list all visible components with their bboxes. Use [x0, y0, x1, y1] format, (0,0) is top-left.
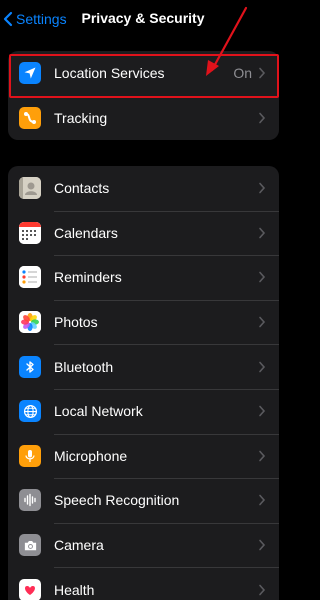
row-label: Photos [54, 314, 98, 331]
settings-group-location: Location Services On Tracking [8, 51, 279, 140]
chevron-right-icon [259, 361, 266, 372]
location-arrow-icon [19, 62, 41, 85]
microphone-icon [19, 444, 41, 467]
chevron-right-icon [259, 495, 266, 506]
row-contacts[interactable]: Contacts [8, 166, 279, 211]
row-health[interactable]: Health [8, 567, 279, 600]
row-label: Speech Recognition [54, 492, 180, 509]
chevron-right-icon [259, 450, 266, 462]
row-value: On [233, 65, 252, 82]
row-local-network[interactable]: Local Network [8, 388, 279, 434]
row-label: Location Services [54, 65, 165, 82]
row-label: Contacts [54, 180, 110, 197]
row-label: Camera [54, 537, 104, 554]
photos-icon [19, 311, 41, 334]
globe-icon [19, 400, 41, 423]
reminders-icon [19, 266, 41, 289]
tracking-icon [19, 106, 41, 129]
bluetooth-icon [19, 355, 41, 378]
health-heart-icon [19, 578, 41, 600]
chevron-right-icon [259, 67, 266, 79]
row-label: Calendars [54, 224, 118, 241]
page-title: Privacy & Security [81, 10, 205, 26]
chevron-right-icon [259, 112, 266, 124]
row-label: Local Network [54, 403, 143, 420]
camera-icon [19, 534, 41, 557]
settings-group-permissions: Contacts Calendars Reminders Photos Blue… [8, 166, 279, 600]
row-label: Tracking [54, 109, 108, 126]
row-reminders[interactable]: Reminders [8, 255, 279, 300]
row-label: Bluetooth [54, 358, 114, 375]
row-location-services[interactable]: Location Services On [8, 51, 279, 96]
navigation-bar: Settings Privacy & Security [0, 0, 286, 38]
row-label: Microphone [54, 447, 128, 464]
row-tracking[interactable]: Tracking [8, 95, 279, 140]
chevron-right-icon [259, 584, 266, 595]
chevron-right-icon [259, 227, 266, 239]
row-microphone[interactable]: Microphone [8, 433, 279, 479]
waveform-icon [19, 489, 41, 512]
row-bluetooth[interactable]: Bluetooth [8, 344, 279, 389]
calendar-icon [19, 221, 41, 244]
chevron-right-icon [259, 316, 266, 328]
row-camera[interactable]: Camera [8, 522, 279, 568]
row-label: Health [54, 581, 95, 598]
chevron-right-icon [259, 272, 266, 283]
row-speech-recognition[interactable]: Speech Recognition [8, 478, 279, 523]
chevron-right-icon [259, 182, 266, 194]
chevron-right-icon [259, 539, 266, 551]
chevron-right-icon [259, 405, 266, 417]
contacts-icon [19, 177, 41, 200]
row-calendars[interactable]: Calendars [8, 210, 279, 256]
row-photos[interactable]: Photos [8, 299, 279, 345]
row-label: Reminders [54, 269, 122, 286]
